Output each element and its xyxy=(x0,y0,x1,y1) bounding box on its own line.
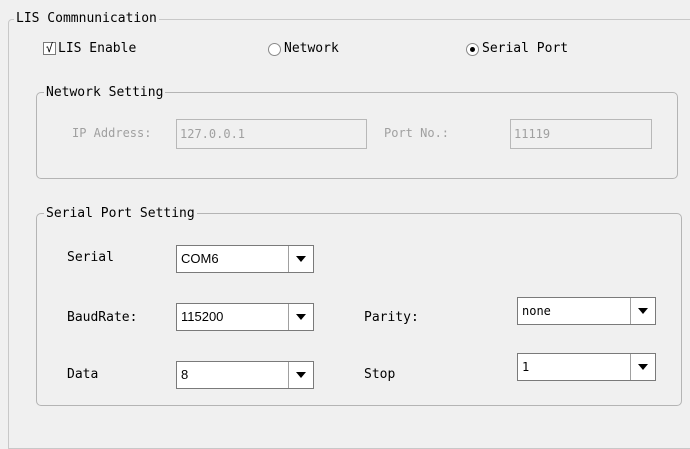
baudrate-select-value: 115200 xyxy=(181,309,224,324)
serial-port-setting-title: Serial Port Setting xyxy=(44,206,197,221)
serial-select[interactable]: COM6 xyxy=(176,245,314,273)
network-setting-title: Network Setting xyxy=(44,85,166,100)
ip-address-label: IP Address: xyxy=(72,126,152,140)
parity-select-value: none xyxy=(522,304,551,318)
stop-select-value: 1 xyxy=(522,360,530,374)
data-label: Data xyxy=(67,367,99,382)
ip-address-input[interactable]: 127.0.0.1 xyxy=(176,119,367,149)
baudrate-select[interactable]: 115200 xyxy=(176,303,314,331)
data-select[interactable]: 8 xyxy=(176,361,314,389)
parity-select[interactable]: none xyxy=(517,297,656,325)
chevron-down-icon[interactable] xyxy=(288,246,313,272)
radio-selected-icon xyxy=(466,43,479,56)
port-no-input[interactable]: 11119 xyxy=(510,119,652,149)
stop-select[interactable]: 1 xyxy=(517,353,656,381)
parity-label: Parity: xyxy=(364,310,419,325)
serial-port-radio-label: Serial Port xyxy=(482,41,569,56)
serial-select-value: COM6 xyxy=(181,251,219,266)
lis-enable-label: LIS Enable xyxy=(58,41,137,56)
stop-label: Stop xyxy=(364,367,396,382)
checkbox-check-icon: √ xyxy=(43,42,56,55)
baudrate-label: BaudRate: xyxy=(67,310,138,325)
chevron-down-icon[interactable] xyxy=(288,362,313,388)
chevron-down-icon[interactable] xyxy=(630,354,655,380)
chevron-down-icon[interactable] xyxy=(288,304,313,330)
lis-communication-title: LIS Commnunication xyxy=(14,11,159,26)
port-no-label: Port No.: xyxy=(384,126,450,140)
radio-unselected-icon xyxy=(268,43,281,56)
data-select-value: 8 xyxy=(181,367,189,382)
network-radio-label: Network xyxy=(284,41,339,56)
chevron-down-icon[interactable] xyxy=(630,298,655,324)
serial-label: Serial xyxy=(67,250,114,265)
